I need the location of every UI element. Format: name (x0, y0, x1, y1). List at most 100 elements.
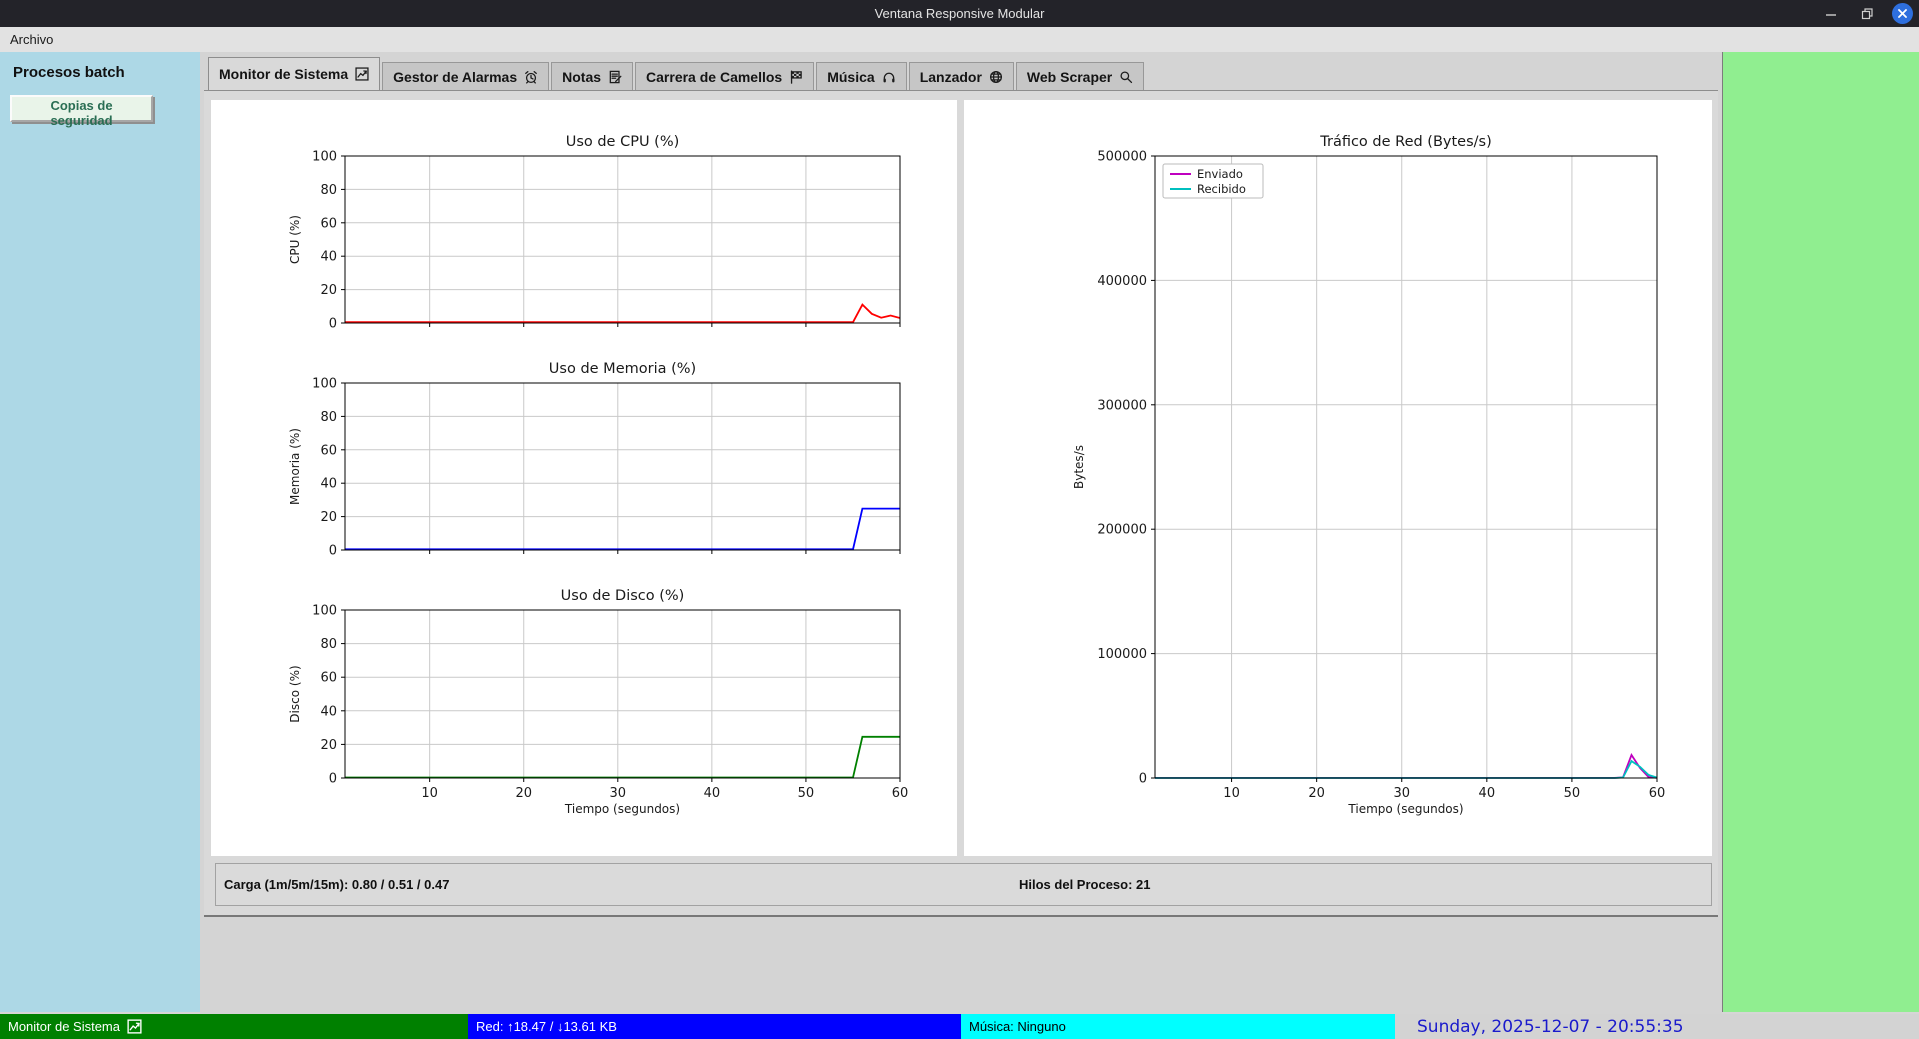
svg-text:20: 20 (515, 786, 532, 801)
svg-text:20: 20 (320, 510, 337, 525)
svg-text:Tiempo (segundos): Tiempo (segundos) (564, 802, 680, 816)
svg-text:60: 60 (320, 671, 337, 686)
process-threads-label: Hilos del Proceso: 21 (1019, 877, 1151, 892)
menubar: Archivo (0, 27, 1919, 53)
svg-text:Tráfico de Red (Bytes/s): Tráfico de Red (Bytes/s) (1319, 134, 1492, 150)
window-controls (1820, 0, 1913, 27)
tab-label: Carrera de Camellos (646, 69, 782, 85)
svg-text:Enviado: Enviado (1197, 167, 1243, 181)
svg-text:50: 50 (798, 786, 815, 801)
minimize-button[interactable] (1820, 3, 1842, 25)
chart-line-icon (127, 1019, 142, 1034)
globe-icon (989, 70, 1003, 84)
close-icon (1892, 3, 1913, 24)
svg-text:0: 0 (329, 317, 337, 332)
window-title: Ventana Responsive Modular (875, 6, 1045, 21)
svg-text:20: 20 (320, 738, 337, 753)
sidebar: Procesos batch Copias de seguridad (0, 52, 200, 1012)
svg-text:40: 40 (320, 704, 337, 719)
svg-text:60: 60 (892, 786, 909, 801)
tab-label: Música (827, 69, 874, 85)
right-green-panel (1722, 52, 1919, 1012)
magnifier-icon (1119, 70, 1133, 84)
svg-text:100000: 100000 (1097, 647, 1147, 662)
svg-text:Bytes/s: Bytes/s (1072, 445, 1086, 489)
maximize-icon (1860, 7, 1874, 21)
svg-text:60: 60 (1649, 786, 1666, 801)
svg-text:60: 60 (320, 216, 337, 231)
svg-text:Disco (%): Disco (%) (288, 665, 302, 722)
svg-text:500000: 500000 (1097, 150, 1147, 165)
maximize-button[interactable] (1856, 3, 1878, 25)
checkered-flag-icon (789, 70, 803, 84)
menu-item-archivo[interactable]: Archivo (0, 27, 63, 52)
memo-icon (608, 70, 622, 84)
svg-text:200000: 200000 (1097, 523, 1147, 538)
svg-text:80: 80 (320, 183, 337, 198)
tab-gestor-de-alarmas[interactable]: Gestor de Alarmas (382, 62, 549, 90)
statusbar-module-segment: Monitor de Sistema (0, 1014, 468, 1039)
svg-text:100: 100 (312, 604, 337, 619)
cpu-memory-disk-charts: 020406080100Uso de CPU (%)CPU (%)0204060… (211, 100, 957, 856)
svg-text:400000: 400000 (1097, 274, 1147, 289)
svg-text:20: 20 (320, 283, 337, 298)
svg-text:0: 0 (329, 772, 337, 787)
tab-notas[interactable]: Notas (551, 62, 633, 90)
statusbar-clock: Sunday, 2025-12-07 - 20:55:35 (1395, 1014, 1919, 1039)
svg-text:0: 0 (1139, 772, 1147, 787)
svg-text:0: 0 (329, 544, 337, 559)
tab-musica[interactable]: Música (816, 62, 906, 90)
statusbar-module-label: Monitor de Sistema (8, 1019, 120, 1034)
svg-text:Memoria (%): Memoria (%) (288, 428, 302, 505)
svg-text:100: 100 (312, 150, 337, 165)
svg-text:Uso de Disco (%): Uso de Disco (%) (561, 588, 685, 604)
tab-label: Notas (562, 69, 601, 85)
load-average-label: Carga (1m/5m/15m): 0.80 / 0.51 / 0.47 (216, 877, 1019, 892)
svg-text:Uso de Memoria (%): Uso de Memoria (%) (549, 361, 696, 377)
svg-text:10: 10 (421, 786, 438, 801)
svg-text:50: 50 (1564, 786, 1581, 801)
stats-row: Carga (1m/5m/15m): 0.80 / 0.51 / 0.47 Hi… (215, 863, 1712, 906)
svg-text:80: 80 (320, 637, 337, 652)
svg-text:Recibido: Recibido (1197, 182, 1246, 196)
tabstrip: Monitor de Sistema Gestor de Alarmas (208, 54, 1146, 90)
svg-text:10: 10 (1223, 786, 1240, 801)
svg-text:CPU (%): CPU (%) (288, 215, 302, 264)
svg-text:40: 40 (704, 786, 721, 801)
titlebar: Ventana Responsive Modular (0, 0, 1919, 27)
tab-label: Monitor de Sistema (219, 66, 348, 82)
tab-lanzador[interactable]: Lanzador (909, 62, 1014, 90)
main-content: Procesos batch Copias de seguridad Monit… (0, 52, 1919, 1014)
svg-text:300000: 300000 (1097, 398, 1147, 413)
svg-text:Uso de CPU (%): Uso de CPU (%) (566, 134, 680, 150)
svg-text:Tiempo (segundos): Tiempo (segundos) (1347, 802, 1463, 816)
svg-text:30: 30 (1393, 786, 1410, 801)
tab-label: Lanzador (920, 69, 982, 85)
headphones-icon (882, 70, 896, 84)
backup-button[interactable]: Copias de seguridad (10, 95, 153, 122)
tab-web-scraper[interactable]: Web Scraper (1016, 62, 1144, 90)
network-traffic-chart: 0 100000 200000 300000 400000 500000 10 20 30 40 5… (964, 100, 1712, 856)
svg-text:80: 80 (320, 410, 337, 425)
tab-label: Web Scraper (1027, 69, 1112, 85)
svg-text:40: 40 (320, 477, 337, 492)
svg-text:20: 20 (1308, 786, 1325, 801)
notebook: Monitor de Sistema Gestor de Alarmas (200, 52, 1722, 1014)
svg-text:40: 40 (1479, 786, 1496, 801)
svg-text:40: 40 (320, 250, 337, 265)
statusbar-music-segment: Música: Ninguno (961, 1014, 1395, 1039)
alarm-clock-icon (524, 70, 538, 84)
app-window: Ventana Responsive Modular Archivo (0, 0, 1919, 1039)
sidebar-heading: Procesos batch (13, 64, 200, 81)
svg-text:100: 100 (312, 377, 337, 392)
statusbar: Monitor de Sistema Red: ↑18.47 / ↓13.61 … (0, 1014, 1919, 1039)
system-monitor-panel: 020406080100Uso de CPU (%)CPU (%)0204060… (204, 90, 1718, 917)
tab-monitor-de-sistema[interactable]: Monitor de Sistema (208, 57, 380, 90)
svg-text:30: 30 (610, 786, 627, 801)
tab-carrera-de-camellos[interactable]: Carrera de Camellos (635, 62, 814, 90)
chart-line-icon (355, 67, 369, 81)
svg-text:60: 60 (320, 443, 337, 458)
close-button[interactable] (1892, 3, 1913, 24)
tab-label: Gestor de Alarmas (393, 69, 517, 85)
statusbar-network-segment: Red: ↑18.47 / ↓13.61 KB (468, 1014, 961, 1039)
